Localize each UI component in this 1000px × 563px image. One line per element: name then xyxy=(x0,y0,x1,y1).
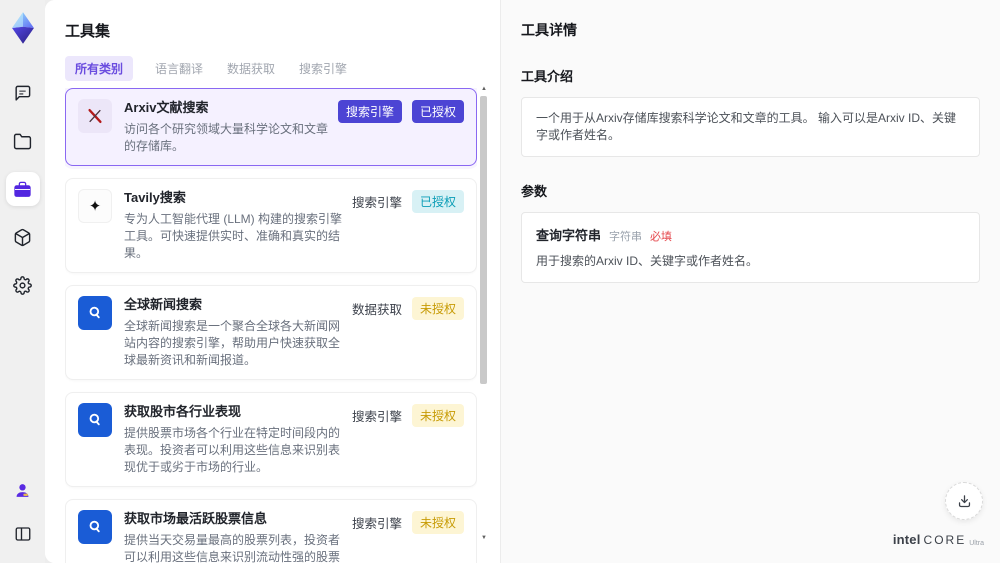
tool-name: Tavily搜索 xyxy=(124,190,186,205)
tool-badges: 搜索引擎 已授权 xyxy=(337,100,464,123)
tool-card-main: 全球新闻搜索 全球新闻搜索是一个聚合全球各大新闻网站内容的搜索引擎，帮助用户快速… xyxy=(124,296,344,369)
ultra-wordmark: Ultra xyxy=(969,540,984,547)
tool-list-scrollbar[interactable]: ▲ ▼ xyxy=(479,86,489,555)
category-tab-1[interactable]: 语言翻译 xyxy=(153,56,205,81)
tool-status-badge: 未授权 xyxy=(411,297,464,320)
rail-nav xyxy=(5,76,40,302)
main-surface: 工具集 所有类别 语言翻译 数据获取 搜索引擎 Arxiv文献搜索 访问各个研究… xyxy=(45,0,1000,563)
scrollbar-up-arrow[interactable]: ▲ xyxy=(479,86,489,92)
download-icon xyxy=(958,494,970,507)
intel-core-logo: intel CORE Ultra xyxy=(893,532,984,547)
tool-name: Arxiv文献搜索 xyxy=(124,100,209,115)
param-required-badge: 必填 xyxy=(650,231,673,243)
rail-bottom xyxy=(6,473,40,551)
tool-card[interactable]: 全球新闻搜索 全球新闻搜索是一个聚合全球各大新闻网站内容的搜索引擎，帮助用户快速… xyxy=(65,285,477,380)
param-head: 查询字符串 字符串 必填 xyxy=(536,225,965,244)
tool-description: 提供股票市场各个行业在特定时间段内的表现。投资者可以利用这些信息来识别表现优于或… xyxy=(124,426,341,474)
tool-status-badge: 已授权 xyxy=(411,100,464,123)
scrollbar-down-arrow[interactable]: ▼ xyxy=(479,535,489,541)
param-name: 查询字符串 xyxy=(536,228,602,243)
category-tab-0[interactable]: 所有类别 xyxy=(65,56,134,81)
intro-heading: 工具介绍 xyxy=(521,69,574,84)
tool-badges: 数据获取 未授权 xyxy=(352,297,464,320)
chat-icon[interactable] xyxy=(6,76,40,110)
tool-card-main: Arxiv文献搜索 访问各个研究领域大量科学论文和文章的存储库。 xyxy=(124,99,330,155)
tool-status-badge: 已授权 xyxy=(411,190,464,213)
tool-list: Arxiv文献搜索 访问各个研究领域大量科学论文和文章的存储库。 搜索引擎 已授… xyxy=(65,88,477,563)
tool-card[interactable]: 获取市场最活跃股票信息 提供当天交易量最高的股票列表，投资者可以利用这些信息来识… xyxy=(65,499,477,563)
tool-description: 访问各个研究领域大量科学论文和文章的存储库。 xyxy=(124,122,329,153)
tool-name: 获取市场最活跃股票信息 xyxy=(124,511,268,526)
intro-box: 一个用于从Arxiv存储库搜索科学论文和文章的工具。 输入可以是Arxiv ID… xyxy=(521,97,980,157)
detail-title: 工具详情 xyxy=(521,22,577,38)
tool-category-badge: 搜索引擎 xyxy=(351,517,402,531)
tool-badges: 搜索引擎 已授权 xyxy=(352,190,464,213)
tool-detail-panel: 工具详情 工具介绍 一个用于从Arxiv存储库搜索科学论文和文章的工具。 输入可… xyxy=(500,0,1000,563)
tool-card[interactable]: ✦ Tavily搜索 专为人工智能代理 (LLM) 构建的搜索引擎工具。可快速提… xyxy=(65,178,477,273)
tool-card[interactable]: 获取股市各行业表现 提供股票市场各个行业在特定时间段内的表现。投资者可以利用这些… xyxy=(65,392,477,487)
tool-category-badge: 搜索引擎 xyxy=(337,100,402,123)
arxiv-tool-icon xyxy=(78,99,112,133)
tool-badges: 搜索引擎 未授权 xyxy=(352,404,464,427)
user-avatar-icon[interactable] xyxy=(6,473,40,507)
juhe-tool-icon xyxy=(78,510,112,544)
tool-name: 全球新闻搜索 xyxy=(124,297,203,312)
toolbox-icon-active[interactable] xyxy=(5,172,40,206)
intel-wordmark: intel xyxy=(892,532,921,547)
icon-rail xyxy=(0,0,45,563)
tool-category-badge: 数据获取 xyxy=(351,303,402,317)
category-tab-3[interactable]: 搜索引擎 xyxy=(297,56,349,81)
toolset-title: 工具集 xyxy=(65,23,111,40)
tool-description: 全球新闻搜索是一个聚合全球各大新闻网站内容的搜索引擎，帮助用户快速获取全球最新资… xyxy=(124,319,341,367)
tavily-tool-icon: ✦ xyxy=(78,189,112,223)
tool-card-main: Tavily搜索 专为人工智能代理 (LLM) 构建的搜索引擎工具。可快速提供实… xyxy=(124,189,344,262)
tool-name: 获取股市各行业表现 xyxy=(124,404,242,419)
category-tabs: 所有类别 语言翻译 数据获取 搜索引擎 xyxy=(65,56,349,81)
params-heading: 参数 xyxy=(521,184,548,199)
toolset-panel: 工具集 所有类别 语言翻译 数据获取 搜索引擎 Arxiv文献搜索 访问各个研究… xyxy=(45,0,500,563)
download-button[interactable] xyxy=(945,482,983,520)
folder-icon[interactable] xyxy=(6,124,40,158)
juhe-tool-icon xyxy=(78,403,112,437)
param-type: 字符串 xyxy=(609,231,643,243)
tool-category-badge: 搜索引擎 xyxy=(351,410,402,424)
settings-gear-icon[interactable] xyxy=(6,268,40,302)
panel-toggle-icon[interactable] xyxy=(6,517,40,551)
category-tab-2[interactable]: 数据获取 xyxy=(225,56,277,81)
tool-status-badge: 未授权 xyxy=(411,404,464,427)
tool-description: 专为人工智能代理 (LLM) 构建的搜索引擎工具。可快速提供实时、准确和真实的结… xyxy=(124,212,343,260)
scrollbar-thumb[interactable] xyxy=(480,96,487,384)
tool-badges: 搜索引擎 未授权 xyxy=(352,511,464,534)
app-logo-icon xyxy=(6,8,40,48)
tool-card-main: 获取市场最活跃股票信息 提供当天交易量最高的股票列表，投资者可以利用这些信息来识… xyxy=(124,510,344,563)
app-window: 工具集 所有类别 语言翻译 数据获取 搜索引擎 Arxiv文献搜索 访问各个研究… xyxy=(0,0,1000,563)
param-box: 查询字符串 字符串 必填 用于搜索的Arxiv ID、关键字或作者姓名。 xyxy=(521,212,980,283)
juhe-tool-icon xyxy=(78,296,112,330)
tool-card-main: 获取股市各行业表现 提供股票市场各个行业在特定时间段内的表现。投资者可以利用这些… xyxy=(124,403,344,476)
core-wordmark: CORE xyxy=(923,533,967,547)
tool-description: 提供当天交易量最高的股票列表，投资者可以利用这些信息来识别流动性强的股票和潜在的… xyxy=(124,533,341,563)
tool-category-badge: 搜索引擎 xyxy=(351,196,402,210)
package-icon[interactable] xyxy=(6,220,40,254)
tool-card[interactable]: Arxiv文献搜索 访问各个研究领域大量科学论文和文章的存储库。 搜索引擎 已授… xyxy=(65,88,477,166)
tool-status-badge: 未授权 xyxy=(411,511,464,534)
param-description: 用于搜索的Arxiv ID、关键字或作者姓名。 xyxy=(536,254,759,268)
